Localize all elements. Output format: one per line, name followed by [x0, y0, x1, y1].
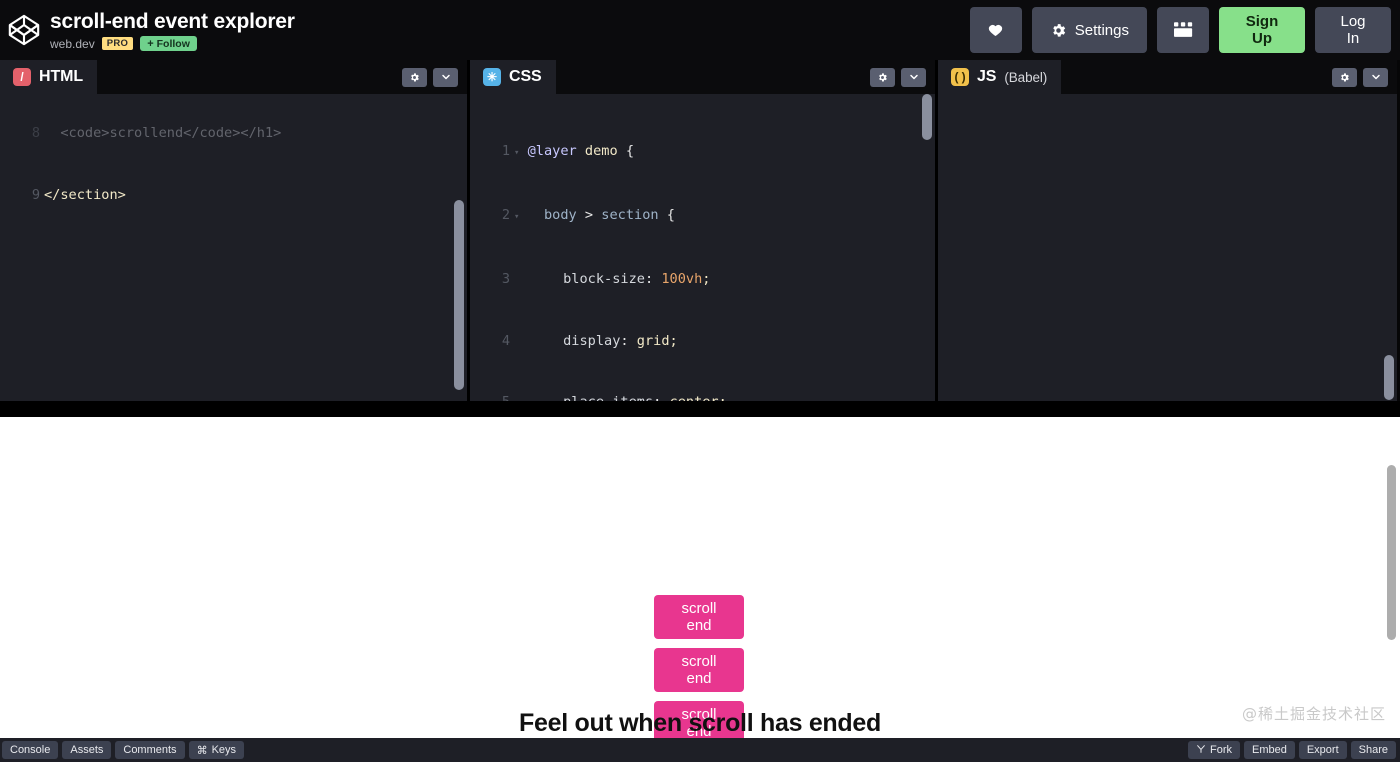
footer-bar: Console Assets Comments ⌘ Keys Fork Embe… [0, 738, 1400, 762]
codepen-app: scroll-end event explorer web.dev PRO + … [0, 0, 1400, 762]
html-settings-icon[interactable] [402, 68, 427, 87]
code-line: 8 <code>scrollend</code></h1> [0, 123, 467, 144]
css-panel-tools [870, 68, 935, 87]
js-settings-icon[interactable] [1332, 68, 1357, 87]
html-panel-bar: / HTML [0, 60, 467, 94]
tab-js-sub: (Babel) [1004, 70, 1047, 85]
command-key-icon: ⌘ [197, 744, 208, 757]
css-logo-icon: ✳ [483, 68, 501, 86]
editor-preview-divider[interactable] [0, 401, 1400, 417]
tab-css[interactable]: ✳ CSS [470, 60, 556, 94]
app-header: scroll-end event explorer web.dev PRO + … [0, 0, 1400, 60]
like-button[interactable] [970, 7, 1022, 53]
settings-label: Settings [1075, 22, 1129, 39]
js-editor-pane[interactable]: ( ) JS (Babel) [935, 60, 1397, 401]
code-line: 2▾ body > section { [470, 205, 935, 228]
pen-meta: web.dev PRO + Follow [50, 36, 295, 51]
css-editor-pane[interactable]: 1▾ @layer demo { 2▾ body > section { 3 b… [467, 60, 935, 401]
follow-label: Follow [157, 38, 190, 50]
pro-badge: PRO [102, 37, 134, 50]
code-line: 1▾ @layer demo { [470, 141, 935, 164]
keys-button[interactable]: ⌘ Keys [189, 741, 244, 759]
css-collapse-chevron-down-icon[interactable] [901, 68, 926, 87]
tab-html-label: HTML [39, 68, 83, 86]
preview-iframe[interactable]: scroll end scroll end scroll end scroll … [0, 417, 1400, 738]
html-collapse-chevron-down-icon[interactable] [433, 68, 458, 87]
html-editor-scrollbar[interactable] [454, 200, 464, 390]
gear-icon [1050, 22, 1067, 39]
code-line: 9</section> [0, 185, 467, 206]
css-editor-scrollbar[interactable] [922, 94, 932, 140]
js-code-area[interactable] [938, 100, 1397, 401]
follow-button[interactable]: + Follow [140, 36, 197, 51]
layout-button[interactable] [1157, 7, 1209, 53]
footer-left-group: Console Assets Comments ⌘ Keys [0, 741, 244, 759]
fork-button[interactable]: Fork [1188, 741, 1240, 759]
keys-label: Keys [212, 744, 236, 756]
fork-icon [1196, 744, 1206, 757]
sign-up-button[interactable]: Sign Up [1219, 7, 1305, 53]
code-line: 4 display: grid; [470, 331, 935, 352]
pen-title-block: scroll-end event explorer web.dev PRO + … [50, 6, 295, 54]
editor-panes: 8 <code>scrollend</code></h1> 9</section… [0, 60, 1400, 401]
js-panel-tools [1332, 68, 1397, 87]
css-code-area[interactable]: 1▾ @layer demo { 2▾ body > section { 3 b… [470, 100, 935, 401]
log-in-button[interactable]: Log In [1315, 7, 1391, 53]
comments-button[interactable]: Comments [115, 741, 184, 759]
css-settings-icon[interactable] [870, 68, 895, 87]
embed-button[interactable]: Embed [1244, 741, 1295, 759]
html-code-area[interactable]: 8 <code>scrollend</code></h1> 9</section… [0, 82, 467, 401]
tab-css-label: CSS [509, 68, 542, 86]
tab-js[interactable]: ( ) JS (Babel) [938, 60, 1061, 94]
heart-icon [987, 22, 1004, 38]
page-title: scroll-end event explorer [50, 9, 295, 34]
console-button[interactable]: Console [2, 741, 58, 759]
code-line: 3 block-size: 100vh; [470, 269, 935, 290]
js-editor-scrollbar[interactable] [1384, 355, 1394, 400]
js-collapse-chevron-down-icon[interactable] [1363, 68, 1388, 87]
list-item: scroll end [654, 648, 744, 692]
assets-button[interactable]: Assets [62, 741, 111, 759]
plus-icon: + [147, 38, 153, 50]
header-actions: Settings Sign Up Log In [970, 7, 1400, 53]
tab-js-label: JS [977, 68, 996, 86]
css-panel-bar: ✳ CSS [470, 60, 935, 94]
js-logo-icon: ( ) [951, 68, 969, 86]
layout-grid-icon [1174, 22, 1193, 38]
code-line: 5 place-items: center; [470, 392, 935, 401]
html-panel-tools [402, 68, 467, 87]
preview-heading: Feel out when scroll has ended [0, 709, 1400, 738]
js-panel-bar: ( ) JS (Babel) [938, 60, 1397, 94]
codepen-logo-icon[interactable] [2, 13, 46, 47]
preview-scrollbar[interactable] [1387, 465, 1396, 640]
html-editor-pane[interactable]: 8 <code>scrollend</code></h1> 9</section… [0, 60, 467, 401]
list-item: scroll end [654, 595, 744, 639]
owner-link[interactable]: web.dev [50, 37, 95, 51]
fork-label: Fork [1210, 744, 1232, 756]
export-button[interactable]: Export [1299, 741, 1347, 759]
settings-button[interactable]: Settings [1032, 7, 1147, 53]
share-button[interactable]: Share [1351, 741, 1396, 759]
html-logo-icon: / [13, 68, 31, 86]
footer-right-group: Fork Embed Export Share [1188, 741, 1400, 759]
watermark: @稀土掘金技术社区 [1242, 703, 1386, 724]
tab-html[interactable]: / HTML [0, 60, 97, 94]
